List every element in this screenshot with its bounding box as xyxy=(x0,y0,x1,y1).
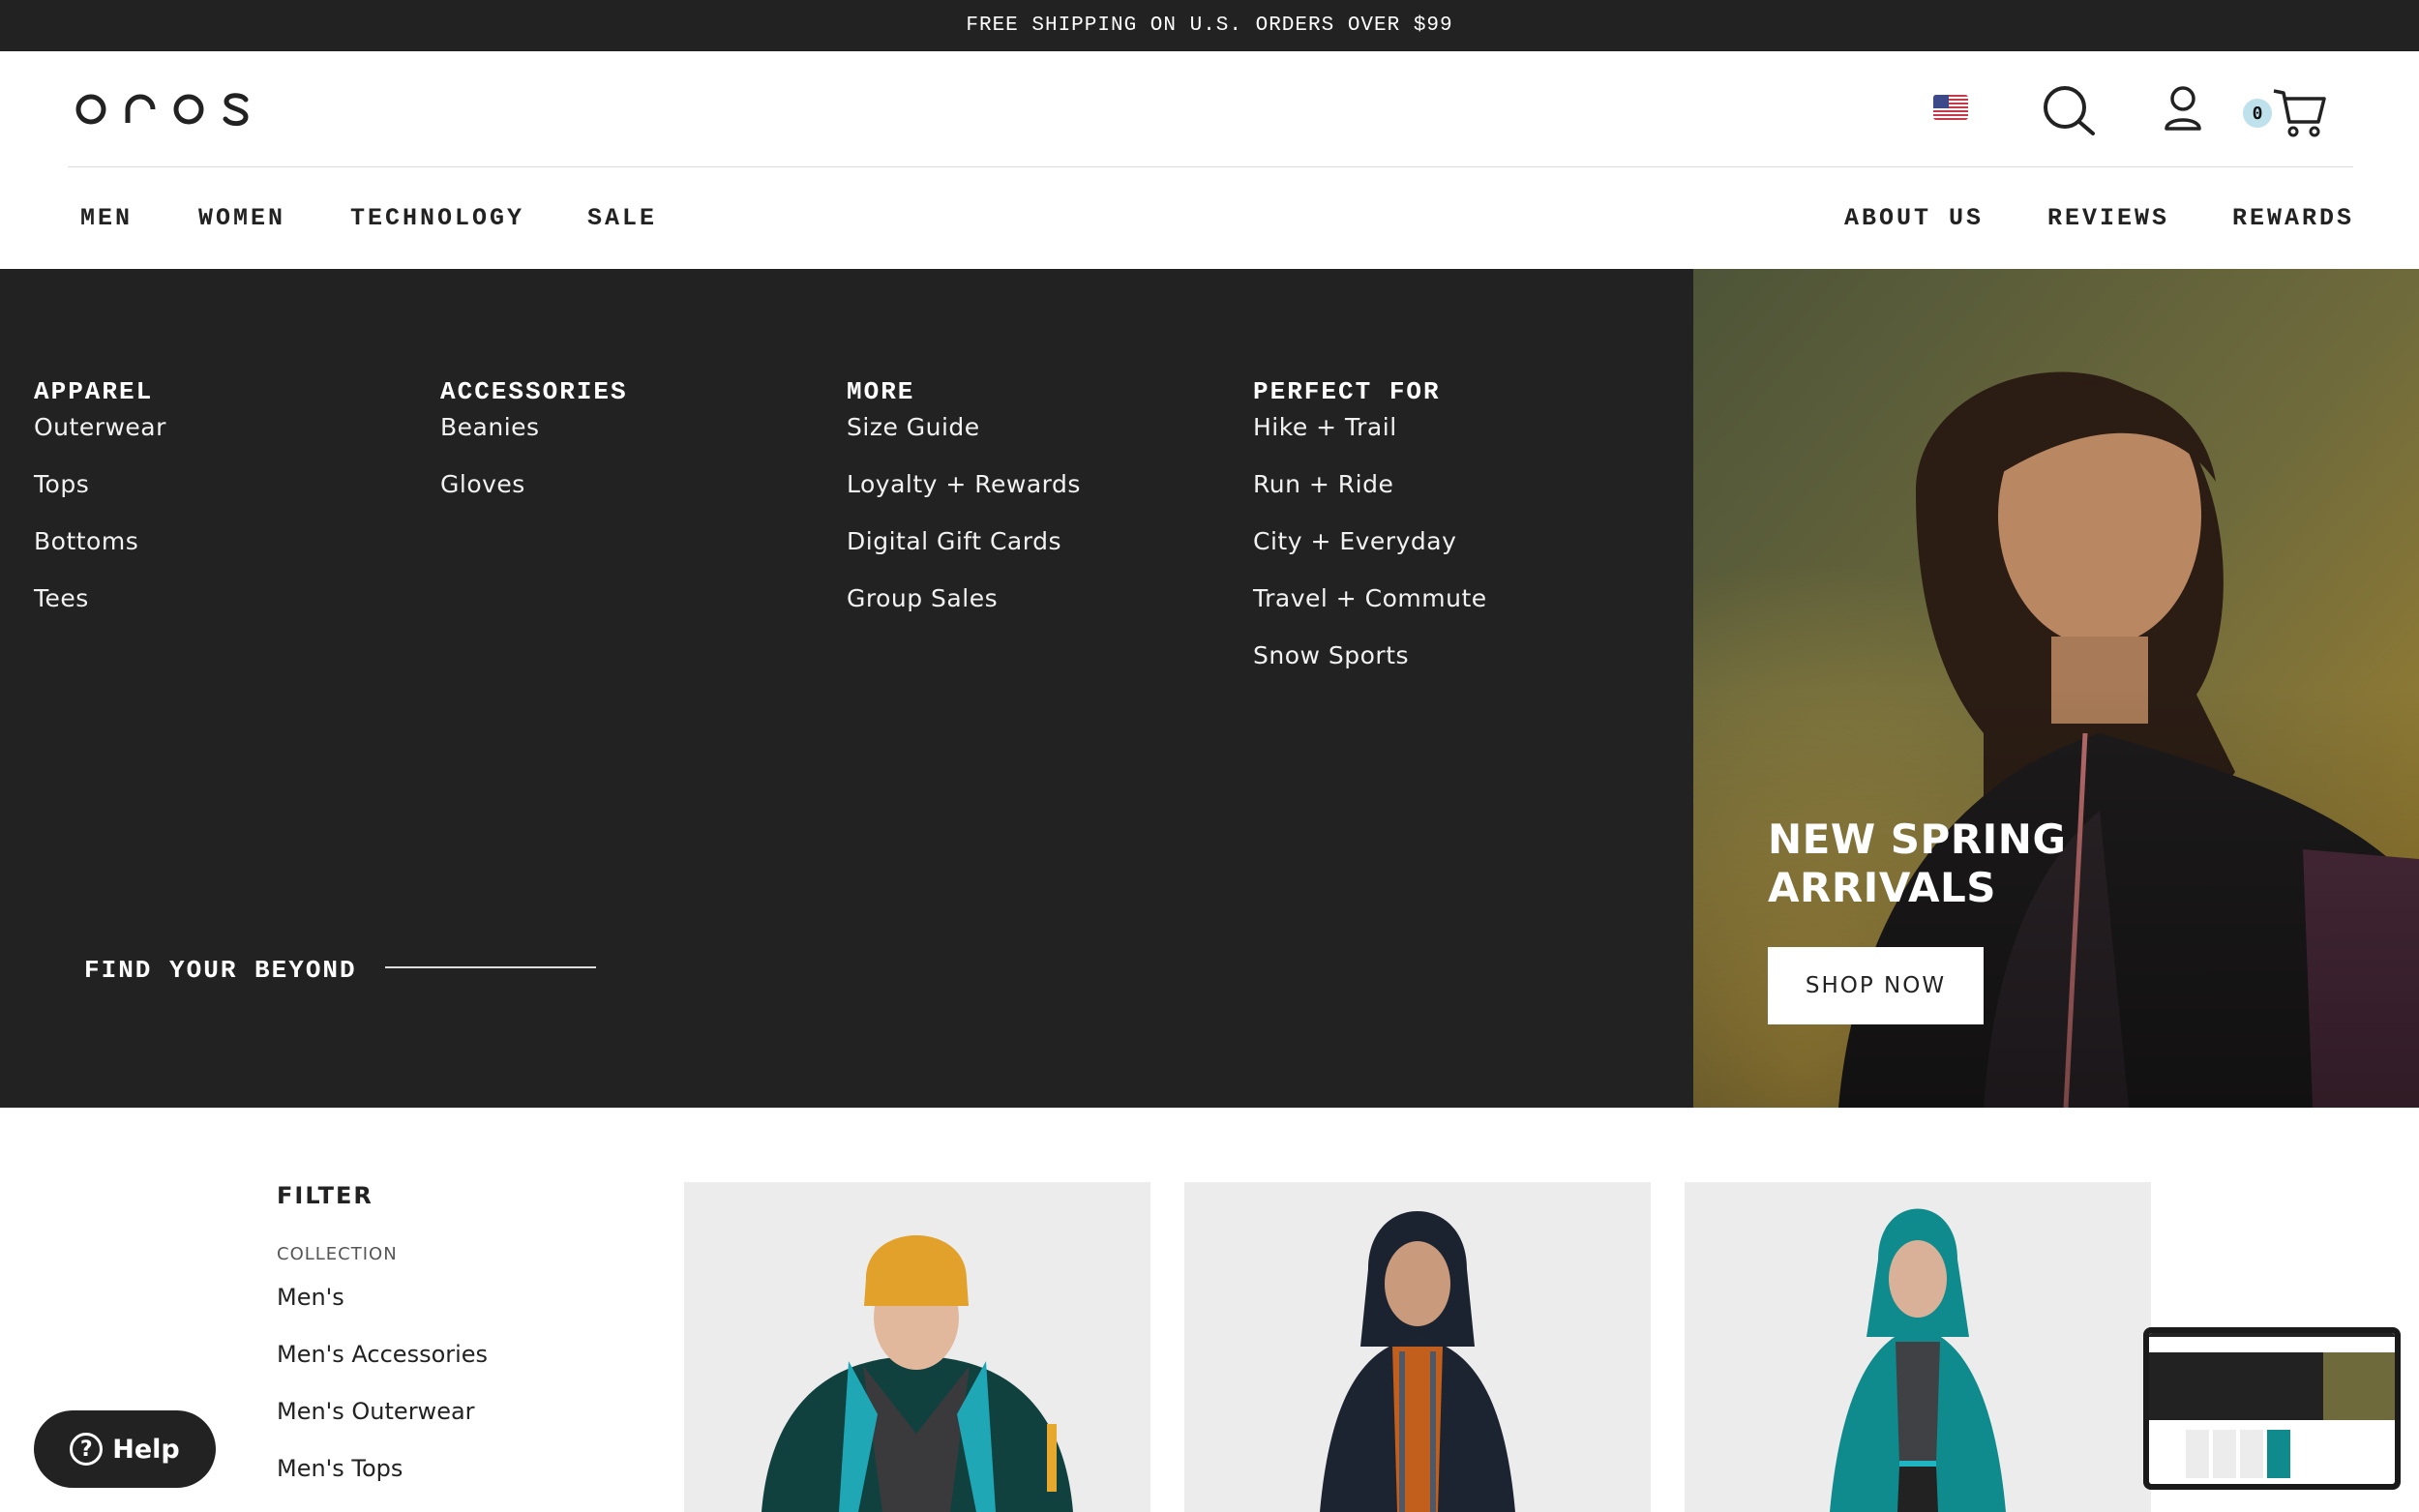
preview-screen xyxy=(2149,1333,2395,1484)
nav-reviews[interactable]: REVIEWS xyxy=(2047,167,2169,269)
nav-technology[interactable]: TECHNOLOGY xyxy=(350,167,524,269)
cart-icon xyxy=(2273,89,2326,137)
menu-link-snow-sports[interactable]: Snow Sports xyxy=(1253,637,1487,694)
promo-title-line1: NEW SPRING xyxy=(1768,815,2067,863)
main-nav: MEN WOMEN TECHNOLOGY SALE ABOUT US REVIE… xyxy=(0,167,2419,269)
menu-link-travel-commute[interactable]: Travel + Commute xyxy=(1253,579,1487,637)
menu-link-beanies[interactable]: Beanies xyxy=(440,408,628,465)
nav-about-us[interactable]: ABOUT US xyxy=(1844,167,1984,269)
product-card[interactable] xyxy=(1184,1182,1651,1512)
question-icon: ? xyxy=(70,1433,104,1466)
product-image xyxy=(1184,1182,1651,1512)
account-icon[interactable] xyxy=(2164,85,2202,132)
search-icon[interactable] xyxy=(2042,85,2096,135)
announcement-bar: FREE SHIPPING ON U.S. ORDERS OVER $99 xyxy=(0,0,2419,51)
column-title: APPAREL xyxy=(34,377,154,406)
filter-option-mens-outerwear[interactable]: Men's Outerwear xyxy=(277,1392,488,1449)
column-title: PERFECT FOR xyxy=(1253,377,1441,406)
tagline-rule xyxy=(385,966,596,968)
filter-section-label: COLLECTION xyxy=(277,1244,398,1264)
nav-sale[interactable]: SALE xyxy=(587,167,657,269)
nav-men[interactable]: MEN xyxy=(80,167,133,269)
tagline: FIND YOUR BEYOND xyxy=(84,956,357,985)
menu-link-tops[interactable]: Tops xyxy=(34,465,166,522)
menu-column-accessories: ACCESSORIES Beanies Gloves xyxy=(440,375,628,522)
menu-link-loyalty-rewards[interactable]: Loyalty + Rewards xyxy=(847,465,1081,522)
promo-title: NEW SPRING ARRIVALS xyxy=(1768,815,2066,912)
menu-link-outerwear[interactable]: Outerwear xyxy=(34,408,166,465)
filter-panel: FILTER COLLECTION Men's Men's Accessorie… xyxy=(277,1182,488,1506)
filter-option-mens[interactable]: Men's xyxy=(277,1278,488,1335)
menu-column-apparel: APPAREL Outerwear Tops Bottoms Tees xyxy=(34,375,166,637)
help-label: Help xyxy=(112,1434,180,1465)
menu-link-bottoms[interactable]: Bottoms xyxy=(34,522,166,579)
product-card[interactable] xyxy=(684,1182,1150,1512)
oros-logo[interactable] xyxy=(75,90,250,129)
promo-banner[interactable]: NEW SPRING ARRIVALS SHOP NOW xyxy=(1693,269,2419,1108)
menu-link-gloves[interactable]: Gloves xyxy=(440,465,628,522)
menu-link-size-guide[interactable]: Size Guide xyxy=(847,408,1081,465)
menu-link-group-sales[interactable]: Group Sales xyxy=(847,579,1081,637)
menu-column-more: MORE Size Guide Loyalty + Rewards Digita… xyxy=(847,375,1081,637)
page-preview-thumbnail[interactable] xyxy=(2143,1327,2401,1490)
filter-option-mens-tops[interactable]: Men's Tops xyxy=(277,1449,488,1506)
announcement-text: FREE SHIPPING ON U.S. ORDERS OVER $99 xyxy=(966,15,1453,37)
cart-button[interactable]: 0 xyxy=(2243,85,2326,139)
promo-title-line2: ARRIVALS xyxy=(1768,864,1996,911)
menu-link-hike-trail[interactable]: Hike + Trail xyxy=(1253,408,1487,465)
menu-link-digital-gift-cards[interactable]: Digital Gift Cards xyxy=(847,522,1081,579)
shop-now-button[interactable]: SHOP NOW xyxy=(1768,947,1984,1024)
nav-rewards[interactable]: REWARDS xyxy=(2232,167,2354,269)
preview-image xyxy=(2149,1333,2395,1484)
column-title: ACCESSORIES xyxy=(440,377,628,406)
product-image xyxy=(1685,1182,2151,1512)
mega-menu: APPAREL Outerwear Tops Bottoms Tees ACCE… xyxy=(0,269,1693,1108)
menu-column-perfect-for: PERFECT FOR Hike + Trail Run + Ride City… xyxy=(1253,375,1487,694)
nav-women[interactable]: WOMEN xyxy=(198,167,285,269)
product-card[interactable] xyxy=(1685,1182,2151,1512)
menu-link-run-ride[interactable]: Run + Ride xyxy=(1253,465,1487,522)
filter-option-mens-accessories[interactable]: Men's Accessories xyxy=(277,1335,488,1392)
column-title: MORE xyxy=(847,377,915,406)
menu-link-tees[interactable]: Tees xyxy=(34,579,166,637)
help-button[interactable]: ? Help xyxy=(34,1410,216,1488)
us-flag-icon[interactable] xyxy=(1933,95,1968,120)
menu-link-city-everyday[interactable]: City + Everyday xyxy=(1253,522,1487,579)
filter-title: FILTER xyxy=(277,1182,373,1209)
product-image xyxy=(684,1182,1150,1512)
